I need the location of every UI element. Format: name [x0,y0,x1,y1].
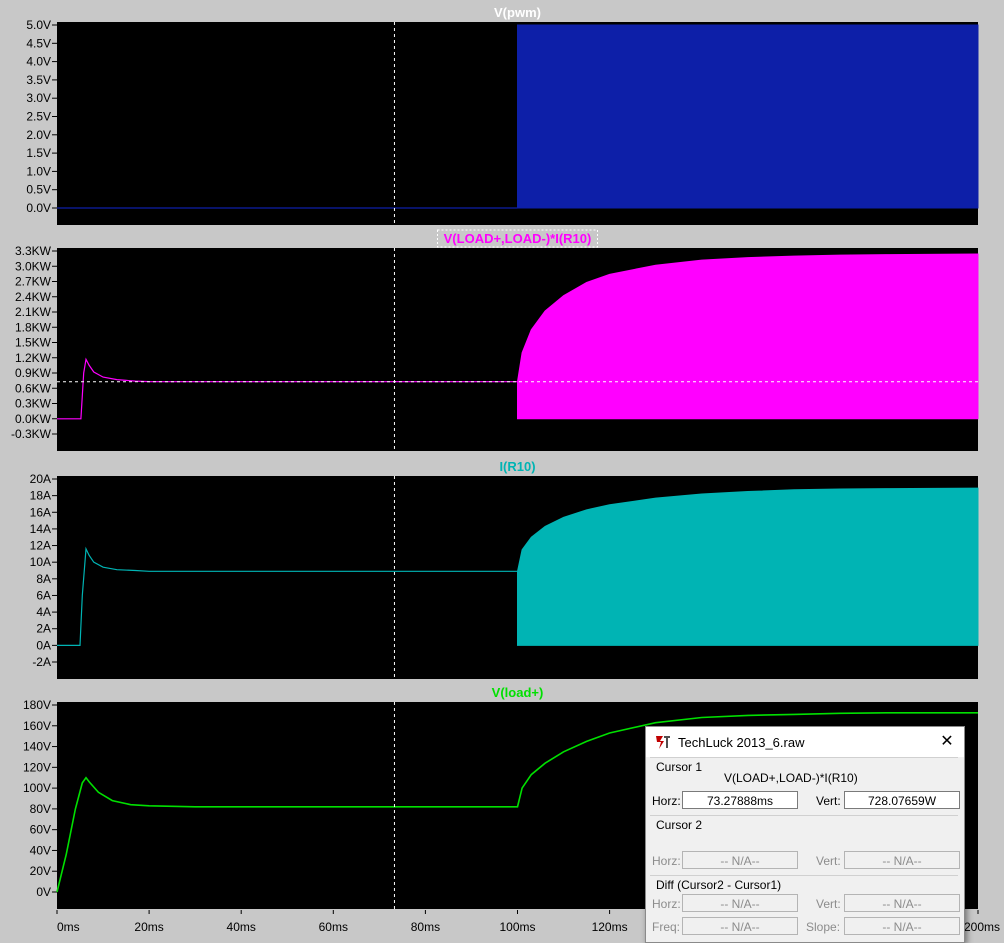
y-tick-label: 80V [30,802,51,816]
y-tick-label: 12A [30,539,51,553]
close-icon[interactable]: ✕ [936,731,958,753]
y-tick-label: -0.3KW [11,427,52,441]
x-tick-label: 120ms [592,920,628,934]
pwm-fill [517,24,979,209]
diff-horz-label: Horz: [652,897,681,911]
y-tick-label: 2.5V [26,110,51,124]
cursor1-vert-label: Vert: [816,794,841,808]
x-tick-label: 20ms [134,920,163,934]
cursor2-horz-field: -- N/A-- [682,851,798,869]
x-tick-label: 0ms [57,920,80,934]
diff-vert-field: -- N/A-- [844,894,960,912]
pane-title: V(LOAD+,LOAD-)*I(R10) [444,231,592,246]
y-tick-label: 4.5V [26,36,51,50]
diff-horz-field: -- N/A-- [682,894,798,912]
cursor1-label: Cursor 1 [656,760,703,774]
cursor1-horz-label: Horz: [652,794,681,808]
y-tick-label: 18A [30,489,51,503]
y-tick-label: 6A [36,588,51,602]
y-tick-label: 4A [36,605,51,619]
x-tick-label: 40ms [227,920,256,934]
y-tick-label: 2.7KW [15,275,52,289]
y-tick-label: 2.4KW [15,290,52,304]
dialog-titlebar[interactable]: TechLuck 2013_6.raw ✕ [646,727,964,757]
y-tick-label: 4.0V [26,55,51,69]
diff-slope-label: Slope: [806,920,841,934]
y-tick-label: 0A [36,638,51,652]
y-tick-label: 2.1KW [15,305,52,319]
y-tick-label: 3.3KW [15,244,52,258]
y-tick-label: 120V [23,760,51,774]
y-tick-label: 3.0V [26,91,51,105]
y-tick-label: 140V [23,740,51,754]
pane-title: V(pwm) [494,5,541,20]
x-tick-label: 100ms [499,920,535,934]
cursor-dialog[interactable]: TechLuck 2013_6.raw ✕ Cursor 1 V(LOAD+,L… [645,726,965,943]
y-tick-label: 60V [30,823,51,837]
diff-freq-label: Freq: [652,920,681,934]
cursor1-trace-name: V(LOAD+,LOAD-)*I(R10) [724,771,858,785]
y-tick-label: 100V [23,781,51,795]
y-tick-label: 0.0KW [15,412,52,426]
y-tick-label: 2.0V [26,128,51,142]
y-tick-label: 0.9KW [15,366,52,380]
diff-slope-field: -- N/A-- [844,917,960,935]
pwm-fill [517,487,979,646]
y-tick-label: 10A [30,555,51,569]
y-tick-label: 1.5KW [15,336,52,350]
y-tick-label: 20V [30,864,51,878]
pane-title: I(R10) [499,459,535,474]
y-tick-label: 160V [23,719,51,733]
y-tick-label: 0.6KW [15,381,52,395]
cursor2-vert-label: Vert: [816,854,841,868]
y-tick-label: 5.0V [26,18,51,32]
y-tick-label: 0.5V [26,183,51,197]
y-tick-label: 16A [30,505,51,519]
y-tick-label: 1.2KW [15,351,52,365]
cursor2-label: Cursor 2 [656,818,703,832]
dialog-title: TechLuck 2013_6.raw [678,735,805,750]
cursor2-vert-field: -- N/A-- [844,851,960,869]
y-tick-label: 3.0KW [15,259,52,273]
y-tick-label: 20A [30,472,51,486]
x-tick-label: 80ms [411,920,440,934]
y-tick-label: 0V [36,885,51,899]
y-tick-label: 1.5V [26,146,51,160]
y-tick-label: 0.0V [26,201,51,215]
y-tick-label: -2A [32,655,51,669]
cursor1-vert-field[interactable]: 728.07659W [844,791,960,809]
diff-freq-field: -- N/A-- [682,917,798,935]
y-tick-label: 1.8KW [15,320,52,334]
y-tick-label: 14A [30,522,51,536]
diff-label: Diff (Cursor2 - Cursor1) [656,878,782,892]
cursor2-horz-label: Horz: [652,854,681,868]
x-tick-label: 60ms [319,920,348,934]
y-tick-label: 8A [36,572,51,586]
y-tick-label: 3.5V [26,73,51,87]
pane-title: V(load+) [492,685,544,700]
cursor1-horz-field[interactable]: 73.27888ms [682,791,798,809]
x-tick-label: 200ms [964,920,1000,934]
y-tick-label: 180V [23,698,51,712]
diff-vert-label: Vert: [816,897,841,911]
y-tick-label: 40V [30,843,51,857]
ltspice-logo-icon [656,736,670,749]
y-tick-label: 2A [36,622,51,636]
y-tick-label: 1.0V [26,164,51,178]
y-tick-label: 0.3KW [15,397,52,411]
